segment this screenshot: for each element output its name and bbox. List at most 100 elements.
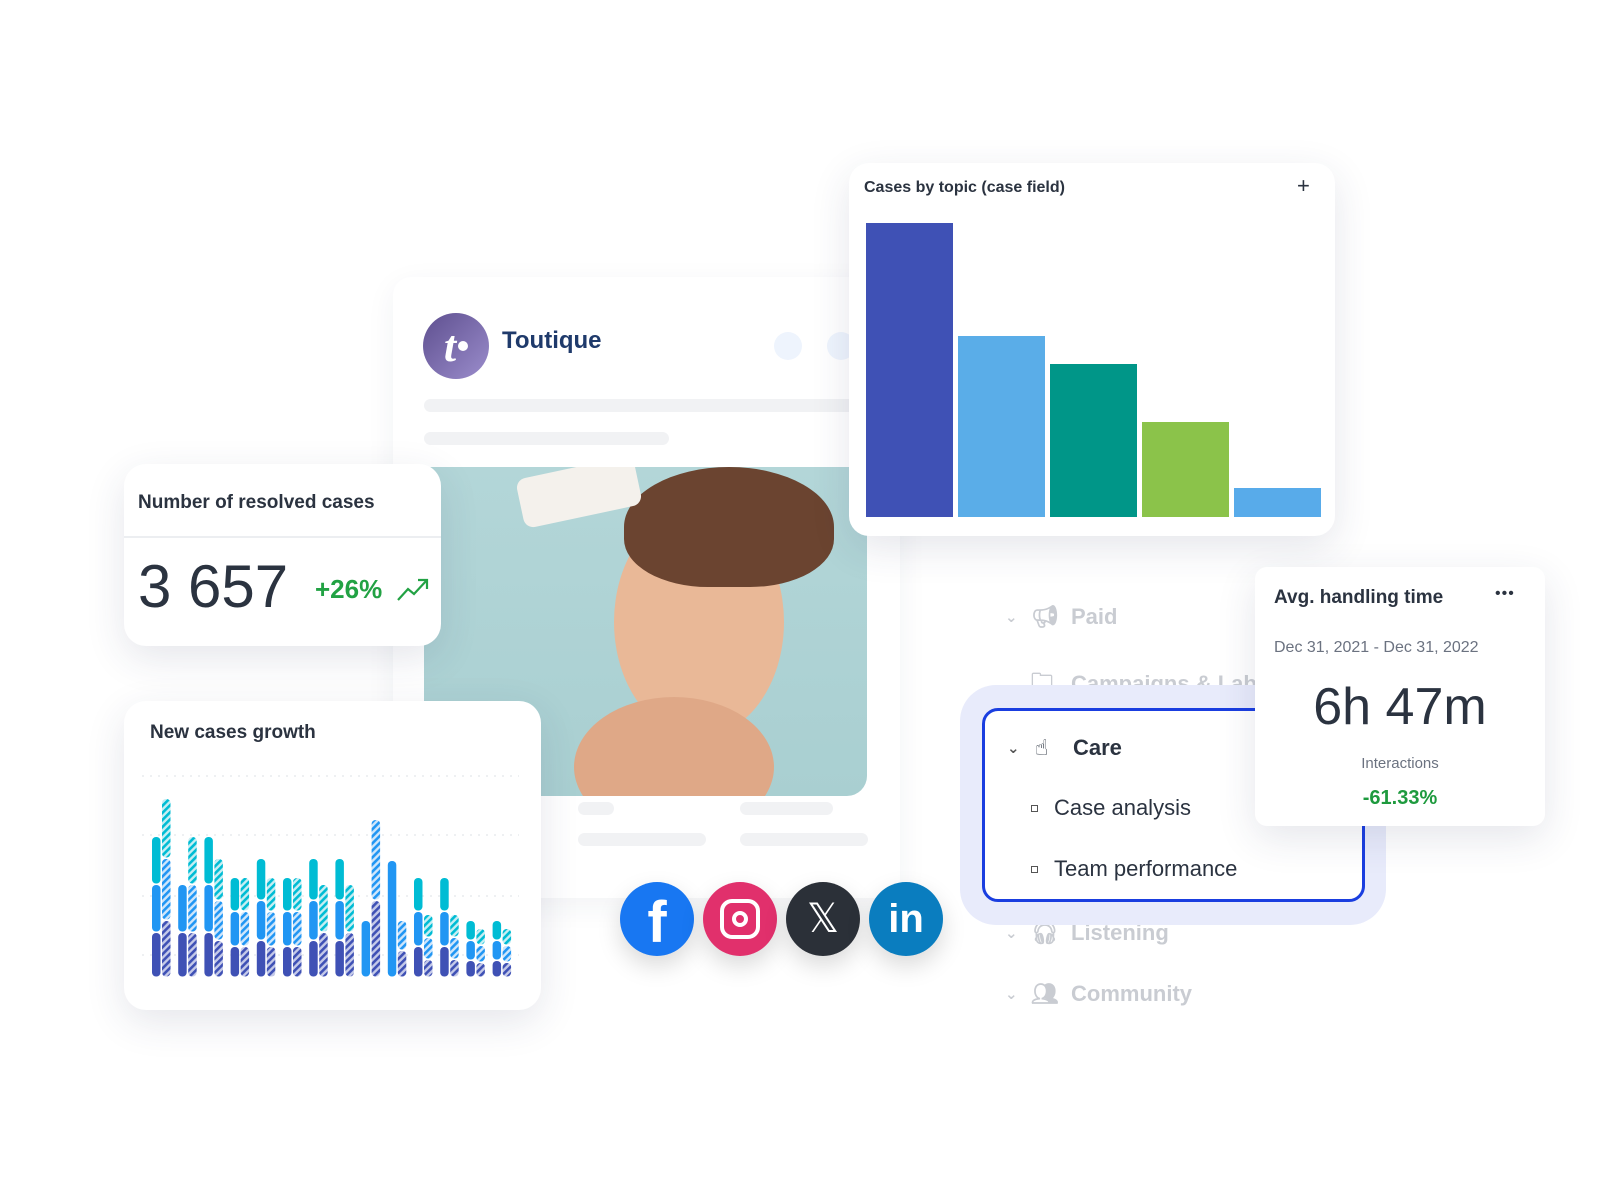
growth-bar-solid-segment [309,901,318,940]
growth-bar-solid-segment [230,878,240,911]
growth-bar-hatched-segment [188,837,197,884]
growth-bar-hatched-segment [319,885,328,932]
skeleton-line [578,833,706,846]
topic-bar[interactable] [1142,422,1229,517]
divider [124,536,441,538]
growth-bar-hatched-segment [162,799,171,858]
chevron-down-icon: ⌄ [1005,609,1018,626]
growth-bar-hatched-segment [424,915,433,937]
growth-bar-hatched-segment [476,963,485,977]
growth-bar-hatched-segment [214,941,223,977]
subitem-case-analysis[interactable]: Case analysis [1031,795,1191,821]
growth-bar-solid-segment [387,861,397,977]
growth-bar-hatched-segment [266,912,276,946]
growth-bar-solid-segment [335,941,344,977]
avg-handling-card: Avg. handling time ••• Dec 31, 2021 - De… [1255,567,1545,826]
skeleton-line [740,802,833,815]
growth-bar-solid-segment [466,941,475,960]
linkedin-icon[interactable]: in [869,882,943,956]
growth-bar-hatched-segment [450,915,459,937]
skeleton-line [740,833,868,846]
growth-bar-solid-segment [204,933,213,977]
bullet-icon [1031,865,1038,873]
growth-bar-solid-segment [256,901,266,940]
growth-bar-hatched-segment [502,963,512,977]
handling-value: 6h 47m [1313,678,1487,736]
bullet-icon [1031,804,1038,812]
topic-bar[interactable] [958,336,1045,517]
instagram-icon[interactable] [703,882,777,956]
growth-bar-solid-segment [152,837,161,884]
growth-chart [142,775,519,977]
chevron-down-icon: ⌄ [1007,740,1020,757]
growth-bar-hatched-segment [214,859,223,900]
growth-bar-solid-segment [414,878,423,911]
growth-bar-hatched-segment [162,859,171,920]
growth-bar-solid-segment [152,933,161,977]
growth-bar-solid-segment [178,885,187,932]
growth-bar-solid-segment [414,912,423,946]
facebook-icon[interactable]: f [620,882,694,956]
skeleton-line [424,432,669,445]
topic-bar[interactable] [1050,364,1137,517]
skeleton-line [424,399,864,412]
growth-bar-solid-segment [256,941,266,977]
cases-by-topic-card: Cases by topic (case field) + [849,163,1335,536]
growth-bar-solid-segment [204,837,213,884]
growth-bar-hatched-segment [293,947,302,977]
card-title: Avg. handling time [1274,587,1444,608]
growth-bar-hatched-segment [502,946,512,962]
growth-bar-solid-segment [283,878,292,911]
growth-bar-hatched-segment [476,946,485,962]
topic-bar[interactable] [866,223,953,517]
trending-up-icon [397,578,429,601]
growth-bar-solid-segment [230,947,240,977]
change-percent: +26% [315,574,383,604]
people-icon: 👥︎ [1031,981,1059,1006]
growth-bar-hatched-segment [345,933,354,977]
growth-bar-solid-segment [440,878,449,911]
metric-label: Interactions [1361,755,1439,772]
x-icon[interactable]: 𝕏 [786,882,860,956]
growth-bar-hatched-segment [293,878,302,911]
resolved-value: 3 657 [138,553,289,620]
growth-bar-solid-segment [492,921,502,940]
growth-bar-solid-segment [204,885,213,932]
growth-bar-hatched-segment [502,929,512,945]
care-icon: ☝︎ [1035,735,1049,760]
nav-item-paid[interactable]: ⌄ 📢︎ Paid [1005,604,1117,630]
growth-bar-solid-segment [178,933,187,977]
date-range: Dec 31, 2021 - Dec 31, 2022 [1274,639,1479,656]
growth-bar-solid-segment [466,921,475,940]
growth-bar-hatched-segment [319,933,328,977]
growth-bar-solid-segment [283,947,292,977]
growth-bar-hatched-segment [293,912,302,946]
growth-bar-solid-segment [440,947,449,977]
growth-bar-hatched-segment [424,938,433,959]
growth-bar-solid-segment [309,859,318,900]
change-percent: -61.33% [1362,787,1438,809]
growth-bar-hatched-segment [240,878,250,911]
nav-item-community[interactable]: ⌄ 👥︎ Community [1005,981,1192,1007]
growth-bar-hatched-segment [371,901,381,977]
growth-bar-hatched-segment [162,921,171,977]
growth-bar-hatched-segment [397,921,407,950]
subitem-team-performance[interactable]: Team performance [1031,856,1237,882]
topic-bar[interactable] [1234,488,1321,517]
more-icon[interactable]: ••• [1495,585,1515,603]
card-title: Number of resolved cases [138,492,375,513]
growth-bar-solid-segment [414,947,423,977]
growth-bar-hatched-segment [450,938,459,959]
new-cases-growth-card: New cases growth [124,701,541,1010]
growth-bar-hatched-segment [266,878,276,911]
growth-bar-hatched-segment [424,960,433,977]
growth-bar-solid-segment [256,859,266,900]
add-icon[interactable]: + [1297,173,1310,199]
growth-bar-hatched-segment [214,901,223,940]
growth-bar-solid-segment [283,912,292,946]
growth-bar-solid-segment [335,859,344,900]
growth-bar-solid-segment [492,961,502,977]
growth-bar-hatched-segment [476,929,485,945]
growth-bar-hatched-segment [397,951,407,977]
growth-bar-hatched-segment [371,820,381,900]
